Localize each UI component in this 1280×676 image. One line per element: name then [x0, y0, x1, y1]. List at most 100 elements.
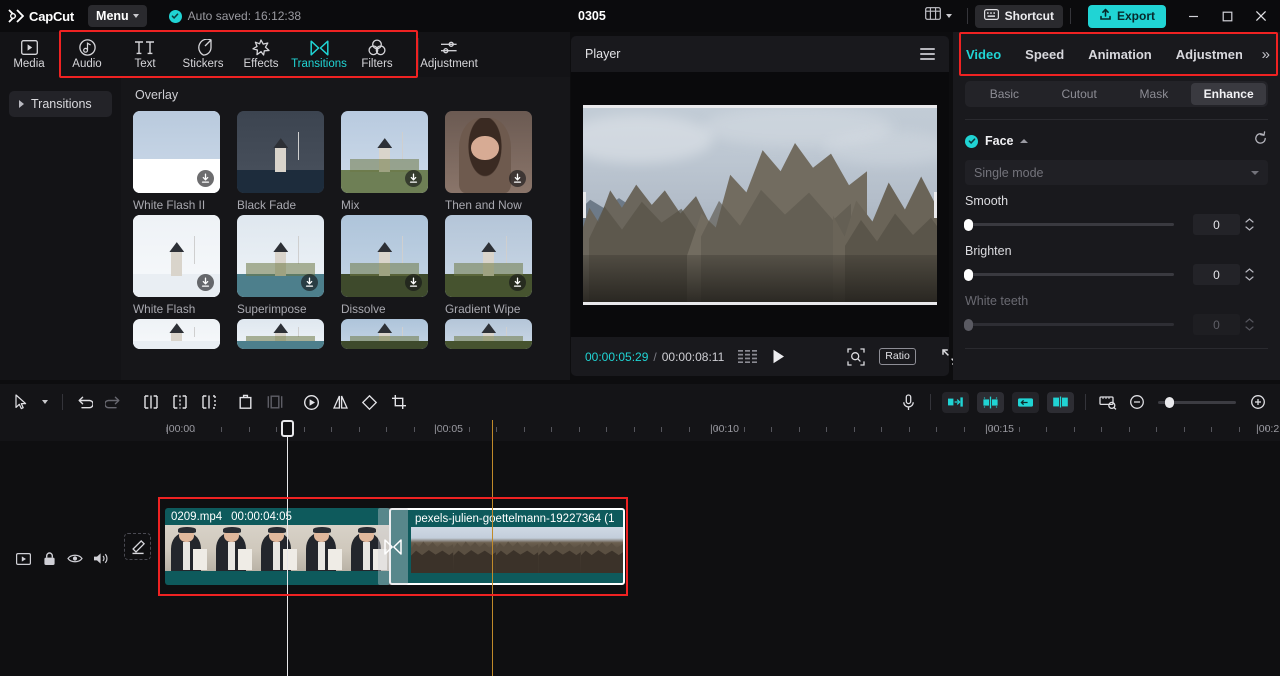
inspector-tab-speed[interactable]: Speed [1025, 47, 1064, 62]
slider-knob[interactable] [964, 219, 973, 231]
transition-thumbnail[interactable] [341, 215, 428, 297]
slider-track[interactable] [965, 223, 1174, 226]
reverse-button[interactable] [297, 384, 326, 420]
resize-handle-right[interactable] [934, 192, 937, 218]
transition-item[interactable]: Superimpose [237, 215, 340, 316]
segment-cutout[interactable]: Cutout [1042, 83, 1117, 105]
triangle-up-icon[interactable] [1020, 139, 1028, 143]
download-icon[interactable] [405, 170, 422, 187]
reset-icon[interactable] [1253, 131, 1268, 151]
frames-icon[interactable] [738, 350, 758, 363]
transition-thumbnail[interactable] [341, 319, 428, 349]
track-type-icon[interactable] [10, 546, 36, 572]
play-icon[interactable] [772, 349, 785, 364]
transition-item[interactable]: Black Fade [237, 111, 340, 212]
transition-item[interactable]: Dissolve [341, 215, 444, 316]
tab-audio[interactable]: Audio [58, 32, 116, 77]
lock-track-button[interactable] [36, 546, 62, 572]
timeline-clip[interactable]: 0209.mp4 00:00:04:05 [165, 508, 390, 585]
segment-enhance[interactable]: Enhance [1191, 83, 1266, 105]
mute-track-button[interactable] [88, 546, 114, 572]
download-icon[interactable] [509, 170, 526, 187]
inspector-tab-video[interactable]: Video [966, 47, 1001, 62]
trim-left-button[interactable] [165, 384, 194, 420]
zoom-in-button[interactable] [1243, 384, 1272, 420]
face-checkbox[interactable] [965, 135, 978, 148]
video-preview[interactable] [583, 105, 937, 305]
transition-thumbnail[interactable] [445, 215, 532, 297]
stepper-icon[interactable] [1245, 218, 1254, 231]
zoom-slider-knob[interactable] [1165, 397, 1174, 408]
segment-basic[interactable]: Basic [967, 83, 1042, 105]
download-icon[interactable] [405, 274, 422, 291]
transition-item[interactable] [445, 319, 548, 349]
export-button[interactable]: Export [1088, 5, 1166, 28]
transition-thumbnail[interactable] [237, 215, 324, 297]
transition-item[interactable] [237, 319, 340, 349]
transition-item[interactable]: Then and Now [445, 111, 548, 212]
tab-stickers[interactable]: Stickers [174, 32, 232, 77]
tab-effects[interactable]: Effects [232, 32, 290, 77]
redo-button[interactable] [99, 384, 128, 420]
playhead-handle[interactable] [281, 420, 294, 437]
slider-value-input[interactable]: 0 [1193, 264, 1240, 285]
sidebar-item-transitions[interactable]: Transitions [9, 91, 112, 117]
hamburger-icon[interactable] [920, 48, 935, 60]
auto-cut-button[interactable] [977, 392, 1004, 413]
inspector-tab-adjustment[interactable]: Adjustment [1176, 47, 1242, 62]
transition-item[interactable] [341, 319, 444, 349]
download-icon[interactable] [197, 170, 214, 187]
minimize-button[interactable] [1176, 0, 1210, 32]
playhead[interactable] [287, 420, 288, 676]
timeline-ruler[interactable]: |00:00|00:05|00:10|00:15|00:2 [0, 420, 1280, 441]
tab-transitions[interactable]: Transitions [290, 32, 348, 77]
tab-filters[interactable]: Filters [348, 32, 406, 77]
slider-track[interactable] [965, 273, 1174, 276]
rotate-button[interactable] [355, 384, 384, 420]
transition-item[interactable]: Mix [341, 111, 444, 212]
split-clip-button[interactable] [1047, 392, 1074, 413]
slider-value-input[interactable]: 0 [1193, 214, 1240, 235]
transition-thumbnail[interactable] [133, 111, 220, 193]
transition-thumbnail[interactable] [445, 319, 532, 349]
ratio-button[interactable]: Ratio [879, 348, 916, 365]
resize-handle-left[interactable] [583, 192, 586, 218]
delete-button[interactable] [231, 384, 260, 420]
slider-knob[interactable] [964, 269, 973, 281]
hide-track-button[interactable] [62, 546, 88, 572]
maximize-button[interactable] [1210, 0, 1244, 32]
transition-thumbnail[interactable] [341, 111, 428, 193]
tab-text[interactable]: Text [116, 32, 174, 77]
mirror-button[interactable] [326, 384, 355, 420]
split-button[interactable] [136, 384, 165, 420]
tool-dropdown[interactable] [35, 384, 55, 420]
transition-item[interactable]: Gradient Wipe [445, 215, 548, 316]
record-button[interactable] [894, 384, 923, 420]
face-mode-dropdown[interactable]: Single mode [965, 160, 1268, 185]
link-clip-button[interactable] [1012, 392, 1039, 413]
crop-button[interactable] [384, 384, 413, 420]
transition-item[interactable] [133, 319, 236, 349]
trim-right-button[interactable] [194, 384, 223, 420]
menu-button[interactable]: Menu [88, 5, 147, 27]
transition-thumbnail[interactable] [133, 319, 220, 349]
slider-knob[interactable] [964, 319, 973, 331]
shortcut-button[interactable]: Shortcut [975, 5, 1063, 28]
magnifier-icon[interactable] [847, 348, 865, 366]
transition-item[interactable]: White Flash II [133, 111, 236, 212]
stepper-icon[interactable] [1245, 318, 1254, 331]
zoom-out-button[interactable] [1122, 384, 1151, 420]
slider-track[interactable] [965, 323, 1174, 326]
transition-thumbnail[interactable] [237, 319, 324, 349]
close-button[interactable] [1244, 0, 1278, 32]
download-icon[interactable] [301, 274, 318, 291]
stepper-icon[interactable] [1245, 268, 1254, 281]
layout-switcher-button[interactable] [917, 7, 960, 25]
trim-end-button[interactable] [942, 392, 969, 413]
freeze-button[interactable] [260, 384, 289, 420]
transition-item[interactable]: White Flash [133, 215, 236, 316]
select-tool[interactable] [6, 384, 35, 420]
transition-thumbnail[interactable] [445, 111, 532, 193]
chevron-double-right-icon[interactable]: » [1262, 47, 1270, 62]
tab-media[interactable]: Media [0, 32, 58, 77]
